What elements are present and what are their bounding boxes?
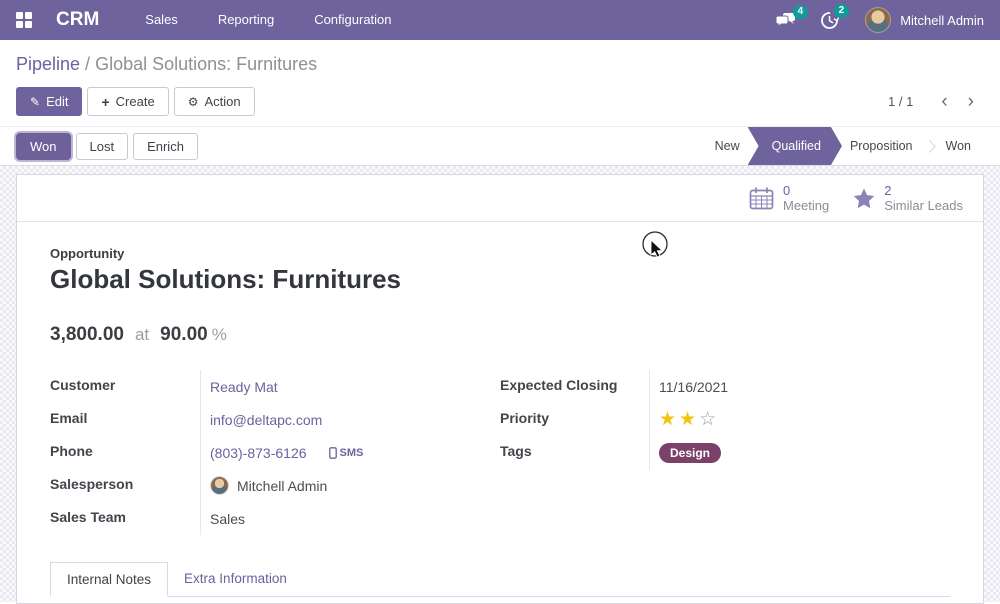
opportunity-card: 0 Meeting 2 Similar Leads Opportunity Gl…	[16, 174, 984, 604]
pager-previous-icon[interactable]: ‹	[931, 92, 957, 111]
activities-button[interactable]: 2	[820, 11, 839, 30]
field-group-right: Expected Closing 11/16/2021 Priority ★★☆…	[500, 370, 950, 535]
user-name[interactable]: Mitchell Admin	[900, 13, 984, 28]
tab-internal-notes[interactable]: Internal Notes	[50, 562, 168, 597]
sales-team-value[interactable]: Sales	[210, 511, 245, 527]
similar-leads-count: 2	[884, 183, 963, 198]
sms-button[interactable]: SMS	[329, 447, 364, 459]
star-icon	[853, 188, 875, 209]
lost-button[interactable]: Lost	[76, 133, 129, 160]
meeting-label: Meeting	[783, 198, 829, 213]
breadcrumb-current: Global Solutions: Furnitures	[95, 54, 317, 74]
stage-pipeline: New Qualified Proposition Won	[702, 127, 984, 165]
sales-team-label: Sales Team	[50, 502, 201, 535]
star-filled-icon[interactable]: ★	[679, 409, 699, 430]
control-panel: Pipeline / Global Solutions: Furnitures …	[0, 40, 1000, 126]
action-button[interactable]: ⚙ Action	[174, 87, 255, 116]
star-filled-icon[interactable]: ★	[659, 409, 679, 430]
calendar-icon	[749, 187, 774, 210]
expected-revenue-row: 3,800.00 at 90.00%	[50, 324, 950, 346]
breadcrumb-pipeline-link[interactable]: Pipeline	[16, 54, 80, 74]
expected-closing-value[interactable]: 11/16/2021	[659, 379, 728, 395]
statusbar: Won Lost Enrich New Qualified Propositio…	[0, 126, 1000, 166]
top-navbar: CRM Sales Reporting Configuration 4 2 Mi…	[0, 0, 1000, 40]
stage-proposition[interactable]: Proposition	[837, 139, 926, 153]
field-groups: Customer Ready Mat Email info@deltapc.co…	[50, 370, 950, 535]
expected-closing-label: Expected Closing	[500, 370, 650, 403]
apps-menu-icon[interactable]	[16, 12, 32, 28]
messages-button[interactable]: 4	[775, 12, 798, 29]
salesperson-value[interactable]: Mitchell Admin	[237, 478, 327, 494]
email-value-cell: info@deltapc.com	[201, 403, 500, 436]
star-empty-icon[interactable]: ☆	[699, 409, 719, 430]
stage-qualified[interactable]: Qualified	[748, 127, 842, 165]
sms-button-label: SMS	[340, 447, 364, 459]
opportunity-title: Global Solutions: Furnitures	[50, 264, 950, 295]
sales-team-value-cell: Sales	[201, 502, 500, 535]
won-button[interactable]: Won	[16, 133, 71, 160]
create-button[interactable]: + Create	[87, 87, 168, 116]
plus-icon: +	[101, 94, 109, 110]
pencil-icon: ✎	[30, 95, 40, 109]
notebook-tabs: Internal Notes Extra Information	[50, 562, 950, 597]
at-label: at	[135, 325, 149, 344]
app-brand[interactable]: CRM	[56, 9, 99, 31]
tab-extra-information[interactable]: Extra Information	[168, 562, 303, 596]
nav-menu-reporting[interactable]: Reporting	[198, 0, 294, 40]
salesperson-value-cell: Mitchell Admin	[201, 469, 500, 502]
edit-button-label: Edit	[46, 94, 68, 109]
email-label: Email	[50, 403, 201, 436]
expected-closing-value-cell: 11/16/2021	[650, 370, 950, 403]
percent-sign: %	[212, 325, 227, 344]
mobile-phone-icon	[329, 447, 337, 459]
messages-badge: 4	[793, 5, 809, 19]
similar-leads-stat-texts: 2 Similar Leads	[884, 183, 963, 213]
probability-value: 90.00	[160, 324, 208, 345]
tags-label: Tags	[500, 436, 650, 470]
stat-button-strip: 0 Meeting 2 Similar Leads	[17, 175, 983, 222]
customer-value-cell: Ready Mat	[201, 370, 500, 403]
meeting-stat-button[interactable]: 0 Meeting	[737, 179, 841, 217]
phone-label: Phone	[50, 436, 201, 469]
similar-leads-label: Similar Leads	[884, 198, 963, 213]
similar-leads-stat-button[interactable]: 2 Similar Leads	[841, 179, 975, 217]
user-avatar[interactable]	[865, 7, 891, 33]
activities-badge: 2	[834, 4, 850, 18]
field-group-left: Customer Ready Mat Email info@deltapc.co…	[50, 370, 500, 535]
priority-stars[interactable]: ★★☆	[659, 410, 719, 429]
breadcrumb-separator: /	[80, 54, 95, 74]
edit-button[interactable]: ✎ Edit	[16, 87, 82, 116]
pager-next-icon[interactable]: ›	[958, 92, 984, 111]
stage-won[interactable]: Won	[933, 139, 984, 153]
toolbar: ✎ Edit + Create ⚙ Action 1 / 1 ‹ ›	[16, 87, 984, 126]
action-button-label: Action	[204, 94, 240, 109]
expected-revenue-value: 3,800.00	[50, 324, 124, 345]
enrich-button[interactable]: Enrich	[133, 133, 198, 160]
meeting-count: 0	[783, 183, 829, 198]
breadcrumb: Pipeline / Global Solutions: Furnitures	[16, 54, 984, 75]
create-button-label: Create	[116, 94, 155, 109]
tag-design[interactable]: Design	[659, 443, 721, 463]
meeting-stat-texts: 0 Meeting	[783, 183, 829, 213]
customer-label: Customer	[50, 370, 201, 403]
phone-value-cell: (803)-873-6126 SMS	[201, 436, 500, 469]
priority-label: Priority	[500, 403, 650, 436]
tags-value-cell: Design	[650, 436, 950, 470]
nav-menu-sales[interactable]: Sales	[125, 0, 198, 40]
gear-icon: ⚙	[188, 95, 199, 109]
customer-link[interactable]: Ready Mat	[210, 379, 278, 395]
pager: 1 / 1 ‹ ›	[888, 92, 984, 111]
opportunity-sheet: Opportunity Global Solutions: Furnitures…	[17, 222, 983, 597]
priority-value-cell: ★★☆	[650, 403, 950, 436]
salesperson-label: Salesperson	[50, 469, 201, 502]
email-link[interactable]: info@deltapc.com	[210, 412, 322, 428]
form-view-background: 0 Meeting 2 Similar Leads Opportunity Gl…	[0, 166, 1000, 602]
stage-new[interactable]: New	[702, 139, 753, 153]
pager-count: 1 / 1	[888, 94, 913, 109]
record-type-label: Opportunity	[50, 246, 950, 261]
navbar-right: 4 2 Mitchell Admin	[753, 7, 984, 33]
nav-menu-configuration[interactable]: Configuration	[294, 0, 411, 40]
salesperson-avatar	[210, 476, 229, 495]
phone-link[interactable]: (803)-873-6126	[210, 445, 307, 461]
